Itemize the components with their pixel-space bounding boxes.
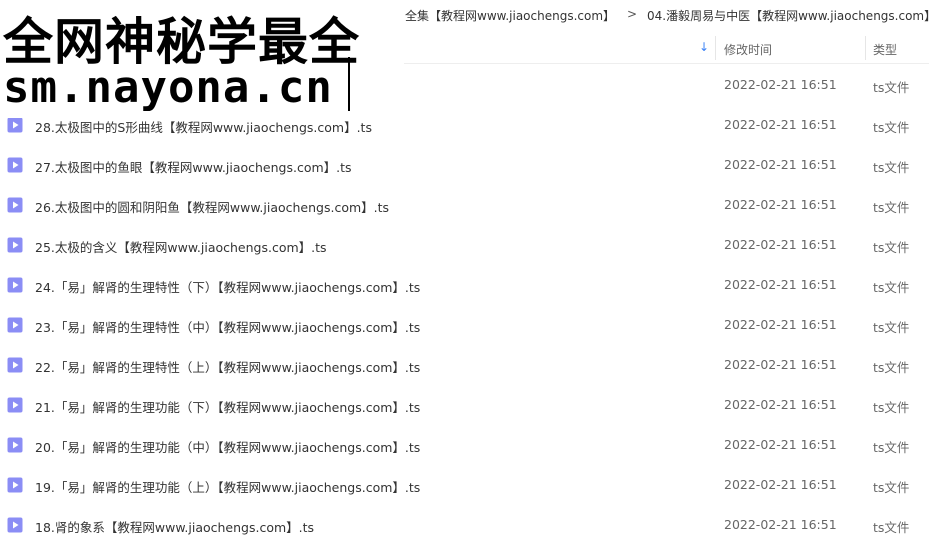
file-name: 25.太极的含义【教程网www.jiaochengs.com】.ts: [35, 240, 327, 255]
file-type: ts文件: [873, 80, 910, 95]
file-name: 20.「易」解肾的生理功能（中）【教程网www.jiaochengs.com】.…: [35, 440, 421, 455]
type-column-header[interactable]: 类型: [873, 41, 897, 58]
video-file-icon: [7, 517, 23, 533]
file-modified-time: 2022-02-21 16:51: [724, 397, 837, 412]
file-modified-time: 2022-02-21 16:51: [724, 277, 837, 292]
file-name: 28.太极图中的S形曲线【教程网www.jiaochengs.com】.ts: [35, 120, 372, 135]
file-modified-time: 2022-02-21 16:51: [724, 117, 837, 132]
file-modified-time: 2022-02-21 16:51: [724, 197, 837, 212]
file-row[interactable]: 25.太极的含义【教程网www.jiaochengs.com】.ts 2022-…: [0, 224, 929, 264]
file-modified-time: 2022-02-21 16:51: [724, 437, 837, 452]
file-type: ts文件: [873, 400, 910, 415]
file-row[interactable]: 20.「易」解肾的生理功能（中）【教程网www.jiaochengs.com】.…: [0, 424, 929, 464]
video-file-icon: [7, 397, 23, 413]
column-divider[interactable]: [865, 36, 866, 60]
file-type: ts文件: [873, 480, 910, 495]
file-modified-time: 2022-02-21 16:51: [724, 517, 837, 532]
file-type: ts文件: [873, 200, 910, 215]
file-type: ts文件: [873, 120, 910, 135]
video-file-icon: [7, 357, 23, 373]
file-type: ts文件: [873, 440, 910, 455]
file-name: 22.「易」解肾的生理特性（上）【教程网www.jiaochengs.com】.…: [35, 360, 421, 375]
file-modified-time: 2022-02-21 16:51: [724, 157, 837, 172]
video-file-icon: [7, 317, 23, 333]
file-name: 18.肾的象系【教程网www.jiaochengs.com】.ts: [35, 520, 315, 535]
file-modified-time: 2022-02-21 16:51: [724, 317, 837, 332]
file-modified-time: 2022-02-21 16:51: [724, 357, 837, 372]
file-row[interactable]: 18.肾的象系【教程网www.jiaochengs.com】.ts 2022-0…: [0, 504, 929, 544]
file-type: ts文件: [873, 160, 910, 175]
arrow-down-icon[interactable]: ↓: [699, 40, 709, 54]
watermark-url: sm.nayona.cn: [3, 62, 333, 113]
file-name: 24.「易」解肾的生理特性（下）【教程网www.jiaochengs.com】.…: [35, 280, 421, 295]
file-type: ts文件: [873, 240, 910, 255]
file-type: ts文件: [873, 320, 910, 335]
file-type: ts文件: [873, 280, 910, 295]
video-file-icon: [7, 277, 23, 293]
file-name: 19.「易」解肾的生理功能（上）【教程网www.jiaochengs.com】.…: [35, 480, 421, 495]
file-row[interactable]: 27.太极图中的鱼眼【教程网www.jiaochengs.com】.ts 202…: [0, 144, 929, 184]
video-file-icon: [7, 157, 23, 173]
file-type: ts文件: [873, 520, 910, 535]
file-name: 23.「易」解肾的生理特性（中）【教程网www.jiaochengs.com】.…: [35, 320, 421, 335]
text-caret: [348, 57, 350, 111]
file-row[interactable]: 19.「易」解肾的生理功能（上）【教程网www.jiaochengs.com】.…: [0, 464, 929, 504]
file-row[interactable]: 24.「易」解肾的生理特性（下）【教程网www.jiaochengs.com】.…: [0, 264, 929, 304]
column-divider[interactable]: [715, 36, 716, 60]
file-row[interactable]: 22.「易」解肾的生理特性（上）【教程网www.jiaochengs.com】.…: [0, 344, 929, 384]
breadcrumb-separator: >: [627, 7, 638, 21]
video-file-icon: [7, 477, 23, 493]
watermark-overlay: 全网神秘学最全 sm.nayona.cn: [0, 0, 404, 118]
video-file-icon: [7, 197, 23, 213]
file-row[interactable]: 26.太极图中的圆和阴阳鱼【教程网www.jiaochengs.com】.ts …: [0, 184, 929, 224]
breadcrumb-item-collection[interactable]: 全集【教程网www.jiaochengs.com】: [405, 7, 615, 24]
file-modified-time: 2022-02-21 16:51: [724, 77, 837, 92]
file-modified-time: 2022-02-21 16:51: [724, 237, 837, 252]
file-row[interactable]: 23.「易」解肾的生理特性（中）【教程网www.jiaochengs.com】.…: [0, 304, 929, 344]
file-row[interactable]: 21.「易」解肾的生理功能（下）【教程网www.jiaochengs.com】.…: [0, 384, 929, 424]
video-file-icon: [7, 437, 23, 453]
modified-time-column-header[interactable]: 修改时间: [724, 41, 772, 58]
file-name: 27.太极图中的鱼眼【教程网www.jiaochengs.com】.ts: [35, 160, 352, 175]
file-type: ts文件: [873, 360, 910, 375]
file-name: 21.「易」解肾的生理功能（下）【教程网www.jiaochengs.com】.…: [35, 400, 421, 415]
video-file-icon: [7, 237, 23, 253]
breadcrumb-item-current-folder[interactable]: 04.潘毅周易与中医【教程网www.jiaochengs.com】: [647, 7, 929, 24]
file-name: 26.太极图中的圆和阴阳鱼【教程网www.jiaochengs.com】.ts: [35, 200, 390, 215]
video-file-icon: [7, 117, 23, 133]
file-modified-time: 2022-02-21 16:51: [724, 477, 837, 492]
